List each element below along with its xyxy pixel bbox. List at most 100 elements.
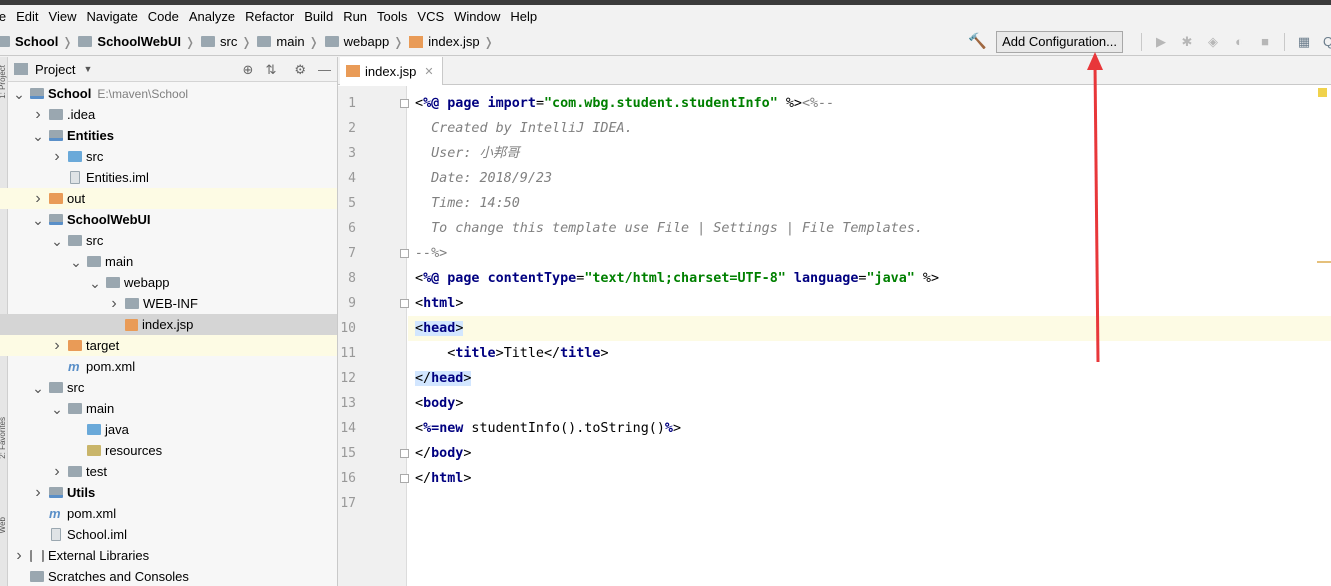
- tree-item[interactable]: ⌄ Entities: [0, 125, 337, 146]
- coverage-icon[interactable]: ◈: [1206, 35, 1220, 49]
- chevron-right-icon[interactable]: ›: [12, 547, 26, 565]
- project-view-selector[interactable]: Project: [35, 62, 75, 77]
- tree-item[interactable]: ⌄ src: [0, 377, 337, 398]
- locate-target-icon[interactable]: ⊕: [243, 62, 254, 78]
- menu-le[interactable]: le: [0, 5, 11, 28]
- tree-item[interactable]: ⌄ SchoolWebUI: [0, 209, 337, 230]
- line-number: 2: [348, 121, 356, 136]
- chevron-down-icon[interactable]: ⌄: [31, 381, 45, 395]
- tree-item[interactable]: m pom.xml: [0, 503, 337, 524]
- tree-item[interactable]: › WEB-INF: [0, 293, 337, 314]
- code-token: <: [415, 296, 424, 311]
- code-line[interactable]: </body>: [408, 441, 1331, 466]
- tree-item[interactable]: Scratches and Consoles: [0, 566, 337, 586]
- tree-item[interactable]: ⌄ School E:\maven\School: [0, 83, 337, 104]
- tree-item[interactable]: index.jsp: [0, 314, 337, 335]
- breadcrumb-item[interactable]: src ❭: [201, 34, 257, 49]
- chevron-right-icon[interactable]: ›: [31, 106, 45, 124]
- code-line[interactable]: Time: 14:50: [408, 191, 1331, 216]
- chevron-right-icon[interactable]: ›: [107, 295, 121, 313]
- chevron-right-icon[interactable]: ›: [50, 337, 64, 355]
- chevron-down-icon[interactable]: ▼: [83, 64, 92, 74]
- code-line[interactable]: Date: 2018/9/23: [408, 166, 1331, 191]
- menu-refactor[interactable]: Refactor: [240, 5, 299, 28]
- menu-edit[interactable]: Edit: [11, 5, 43, 28]
- line-number-gutter: 1 2 3 4 5 6 7 8 9 10 11 12 13 14 15 16 17: [338, 86, 409, 586]
- breadcrumb-item[interactable]: main ❭: [257, 34, 324, 49]
- code-line[interactable]: User: 小邦哥: [408, 141, 1331, 166]
- menu-tools[interactable]: Tools: [372, 5, 412, 28]
- code-line[interactable]: --%>: [408, 241, 1331, 266]
- tree-item[interactable]: › External Libraries: [0, 545, 337, 566]
- folder-icon: [49, 109, 63, 120]
- chevron-down-icon[interactable]: ⌄: [12, 87, 26, 101]
- tree-item[interactable]: m pom.xml: [0, 356, 337, 377]
- tree-item[interactable]: › .idea: [0, 104, 337, 125]
- code-line[interactable]: <body>: [408, 391, 1331, 416]
- chevron-right-icon[interactable]: ›: [31, 484, 45, 502]
- menu-build[interactable]: Build: [299, 5, 338, 28]
- code-line[interactable]: To change this template use File | Setti…: [408, 216, 1331, 241]
- hide-panel-icon[interactable]: —: [318, 62, 331, 77]
- close-icon[interactable]: ✕: [424, 65, 433, 78]
- tree-item[interactable]: Entities.iml: [0, 167, 337, 188]
- search-everywhere-icon[interactable]: Q: [1323, 35, 1331, 49]
- debug-icon[interactable]: ✱: [1180, 35, 1194, 49]
- tree-item[interactable]: ⌄ webapp: [0, 272, 337, 293]
- chevron-down-icon[interactable]: ⌄: [88, 276, 102, 290]
- code-line[interactable]: <head>: [408, 316, 1331, 341]
- code-line[interactable]: </head>: [408, 366, 1331, 391]
- tree-item[interactable]: › out: [0, 188, 337, 209]
- chevron-down-icon[interactable]: ⌄: [31, 213, 45, 227]
- breadcrumb-item[interactable]: SchoolWebUI ❭: [78, 34, 201, 49]
- code-line[interactable]: [408, 491, 1331, 516]
- menu-analyze[interactable]: Analyze: [184, 5, 240, 28]
- chevron-down-icon[interactable]: ⌄: [50, 234, 64, 248]
- chevron-down-icon[interactable]: ⌄: [31, 129, 45, 143]
- tree-item[interactable]: java: [0, 419, 337, 440]
- chevron-right-icon[interactable]: ›: [50, 463, 64, 481]
- code-line[interactable]: <%=new studentInfo().toString()%>: [408, 416, 1331, 441]
- run-icon[interactable]: ▶: [1154, 35, 1168, 49]
- menu-window[interactable]: Window: [449, 5, 505, 28]
- tree-item[interactable]: School.iml: [0, 524, 337, 545]
- code-line[interactable]: Created by IntelliJ IDEA.: [408, 116, 1331, 141]
- gear-icon[interactable]: ⚙: [294, 62, 306, 78]
- build-hammer-icon[interactable]: 🔨: [968, 34, 987, 50]
- editor-tab-index-jsp[interactable]: index.jsp ✕: [340, 57, 443, 85]
- collapse-all-icon[interactable]: ⇅: [265, 62, 276, 78]
- menu-view[interactable]: View: [44, 5, 82, 28]
- code-editor[interactable]: <%@ page import="com.wbg.student.student…: [408, 86, 1331, 586]
- breadcrumb-item[interactable]: School ❭: [0, 34, 78, 49]
- tree-item[interactable]: › Utils: [0, 482, 337, 503]
- code-line[interactable]: <html>: [408, 291, 1331, 316]
- chevron-right-icon[interactable]: ›: [50, 148, 64, 166]
- inspection-status-icon[interactable]: [1318, 88, 1327, 97]
- tree-item[interactable]: › target: [0, 335, 337, 356]
- tree-item[interactable]: ⌄ src: [0, 230, 337, 251]
- menu-vcs[interactable]: VCS: [412, 5, 449, 28]
- tree-item[interactable]: ⌄ main: [0, 398, 337, 419]
- chevron-down-icon[interactable]: ⌄: [69, 255, 83, 269]
- chevron-down-icon[interactable]: ⌄: [50, 402, 64, 416]
- profile-icon[interactable]: ◐: [1232, 35, 1246, 49]
- code-line[interactable]: </html>: [408, 466, 1331, 491]
- menu-run[interactable]: Run: [338, 5, 372, 28]
- code-line[interactable]: <%@ page contentType="text/html;charset=…: [408, 266, 1331, 291]
- project-structure-icon[interactable]: ▦: [1297, 35, 1311, 49]
- tree-item[interactable]: › test: [0, 461, 337, 482]
- tree-item[interactable]: ⌄ main: [0, 251, 337, 272]
- code-line[interactable]: <%@ page import="com.wbg.student.student…: [408, 91, 1331, 116]
- menu-code[interactable]: Code: [143, 5, 184, 28]
- tree-item[interactable]: › src: [0, 146, 337, 167]
- breadcrumb-item[interactable]: index.jsp ❭: [409, 34, 499, 49]
- scrollbar-marker: [1317, 261, 1331, 263]
- chevron-right-icon[interactable]: ›: [31, 190, 45, 208]
- menu-navigate[interactable]: Navigate: [81, 5, 142, 28]
- tree-item[interactable]: resources: [0, 440, 337, 461]
- breadcrumb-item[interactable]: webapp ❭: [324, 34, 410, 49]
- maven-icon: m: [68, 359, 80, 374]
- menu-help[interactable]: Help: [505, 5, 542, 28]
- code-line[interactable]: <title>Title</title>: [408, 341, 1331, 366]
- stop-icon[interactable]: ■: [1258, 35, 1272, 49]
